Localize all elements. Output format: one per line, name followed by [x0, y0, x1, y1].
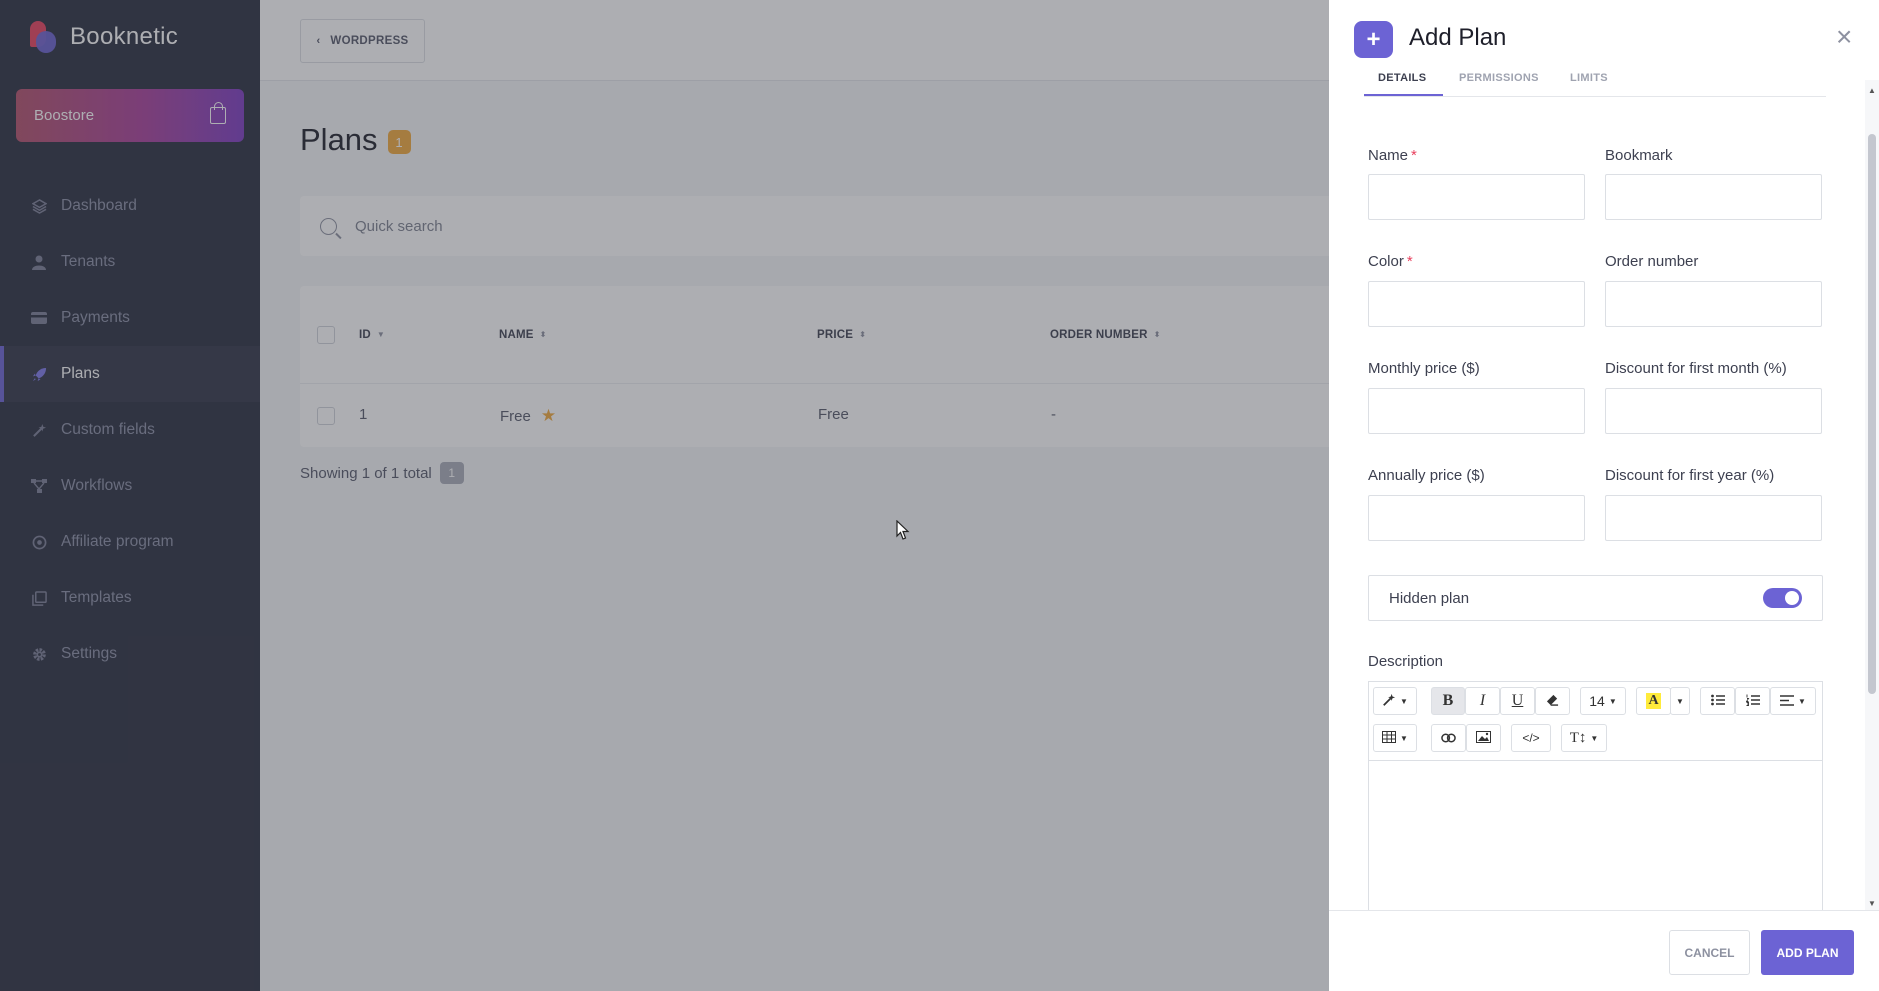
plus-icon: + — [1354, 21, 1393, 58]
color-label: Color * — [1368, 253, 1413, 270]
cancel-button[interactable]: CANCEL — [1669, 930, 1750, 975]
color-field[interactable] — [1368, 281, 1585, 327]
scroll-up-icon[interactable]: ▲ — [1868, 86, 1876, 95]
discount-first-month-label: Discount for first month (%) — [1605, 360, 1787, 377]
chevron-down-icon: ▼ — [1590, 733, 1599, 743]
bookmark-field[interactable] — [1605, 174, 1822, 220]
monthly-price-label: Monthly price ($) — [1368, 360, 1480, 377]
annually-price-field[interactable] — [1368, 495, 1585, 541]
annually-price-label: Annually price ($) — [1368, 467, 1485, 484]
discount-first-month-field[interactable] — [1605, 388, 1822, 434]
tab-details[interactable]: DETAILS — [1378, 72, 1426, 84]
drawer-footer: CANCEL ADD PLAN — [1329, 910, 1879, 991]
hidden-plan-label: Hidden plan — [1389, 589, 1470, 607]
drawer-tabs: DETAILS PERMISSIONS LIMITS — [1364, 68, 1826, 97]
scroll-thumb[interactable] — [1868, 134, 1876, 694]
italic-button[interactable]: I — [1465, 687, 1500, 715]
bold-button[interactable]: B — [1431, 687, 1465, 715]
name-label: Name * — [1368, 147, 1417, 164]
description-label: Description — [1368, 653, 1444, 670]
hidden-plan-row: Hidden plan — [1368, 575, 1823, 621]
link-icon — [1441, 730, 1456, 746]
chevron-down-icon: ▼ — [1798, 696, 1806, 706]
picture-icon — [1476, 730, 1491, 746]
paragraph-align-dropdown[interactable]: ▼ — [1770, 687, 1816, 715]
editor-toolbar: ▼ B I U 14 ▼ A ▼ ▼ ▼ </> T↕ ▼ — [1369, 682, 1822, 761]
text-color-button[interactable]: A — [1636, 687, 1671, 715]
clear-format-button[interactable] — [1535, 687, 1570, 715]
hidden-plan-toggle[interactable] — [1763, 588, 1802, 608]
chevron-down-icon: ▼ — [1400, 696, 1408, 706]
line-height-dropdown[interactable]: T↕ ▼ — [1561, 724, 1607, 752]
insert-picture-button[interactable] — [1466, 724, 1501, 752]
insert-link-button[interactable] — [1431, 724, 1466, 752]
magic-wand-icon — [1382, 693, 1396, 710]
text-height-icon: T↕ — [1569, 729, 1587, 746]
chevron-down-icon: ▼ — [1608, 696, 1617, 706]
discount-first-year-field[interactable] — [1605, 495, 1822, 541]
close-icon[interactable]: × — [1836, 23, 1852, 51]
chevron-down-icon: ▼ — [1676, 696, 1684, 706]
font-size-value: 14 — [1589, 693, 1605, 709]
tab-limits[interactable]: LIMITS — [1570, 72, 1608, 84]
underline-button[interactable]: U — [1500, 687, 1535, 715]
name-field[interactable] — [1368, 174, 1585, 220]
style-magic-button[interactable]: ▼ — [1373, 687, 1417, 715]
unordered-list-button[interactable] — [1700, 687, 1735, 715]
bullet-list-icon — [1710, 693, 1725, 709]
table-dropdown[interactable]: ▼ — [1373, 724, 1417, 752]
order-number-label: Order number — [1605, 253, 1699, 270]
bookmark-label: Bookmark — [1605, 147, 1673, 164]
active-tab-indicator — [1364, 94, 1443, 96]
numbered-list-icon — [1745, 693, 1760, 709]
align-left-icon — [1780, 693, 1795, 709]
font-size-dropdown[interactable]: 14 ▼ — [1580, 687, 1626, 715]
tab-permissions[interactable]: PERMISSIONS — [1459, 72, 1539, 84]
font-color-icon: A — [1646, 693, 1661, 709]
code-view-button[interactable]: </> — [1511, 724, 1551, 752]
chevron-down-icon: ▼ — [1400, 733, 1408, 743]
eraser-icon — [1546, 693, 1559, 709]
scroll-down-icon[interactable]: ▼ — [1868, 899, 1876, 908]
drawer-scrollbar[interactable]: ▲ ▼ — [1865, 80, 1879, 910]
text-color-dropdown[interactable]: ▼ — [1670, 687, 1690, 715]
order-number-field[interactable] — [1605, 281, 1822, 327]
add-plan-drawer: + Add Plan × DETAILS PERMISSIONS LIMITS … — [1329, 0, 1879, 991]
discount-first-year-label: Discount for first year (%) — [1605, 467, 1775, 484]
monthly-price-field[interactable] — [1368, 388, 1585, 434]
code-icon: </> — [1522, 731, 1540, 745]
add-plan-button[interactable]: ADD PLAN — [1761, 930, 1854, 975]
table-icon — [1382, 730, 1397, 746]
drawer-title: Add Plan — [1409, 24, 1507, 51]
description-editor: ▼ B I U 14 ▼ A ▼ ▼ ▼ </> T↕ ▼ — [1368, 681, 1823, 913]
ordered-list-button[interactable] — [1735, 687, 1770, 715]
